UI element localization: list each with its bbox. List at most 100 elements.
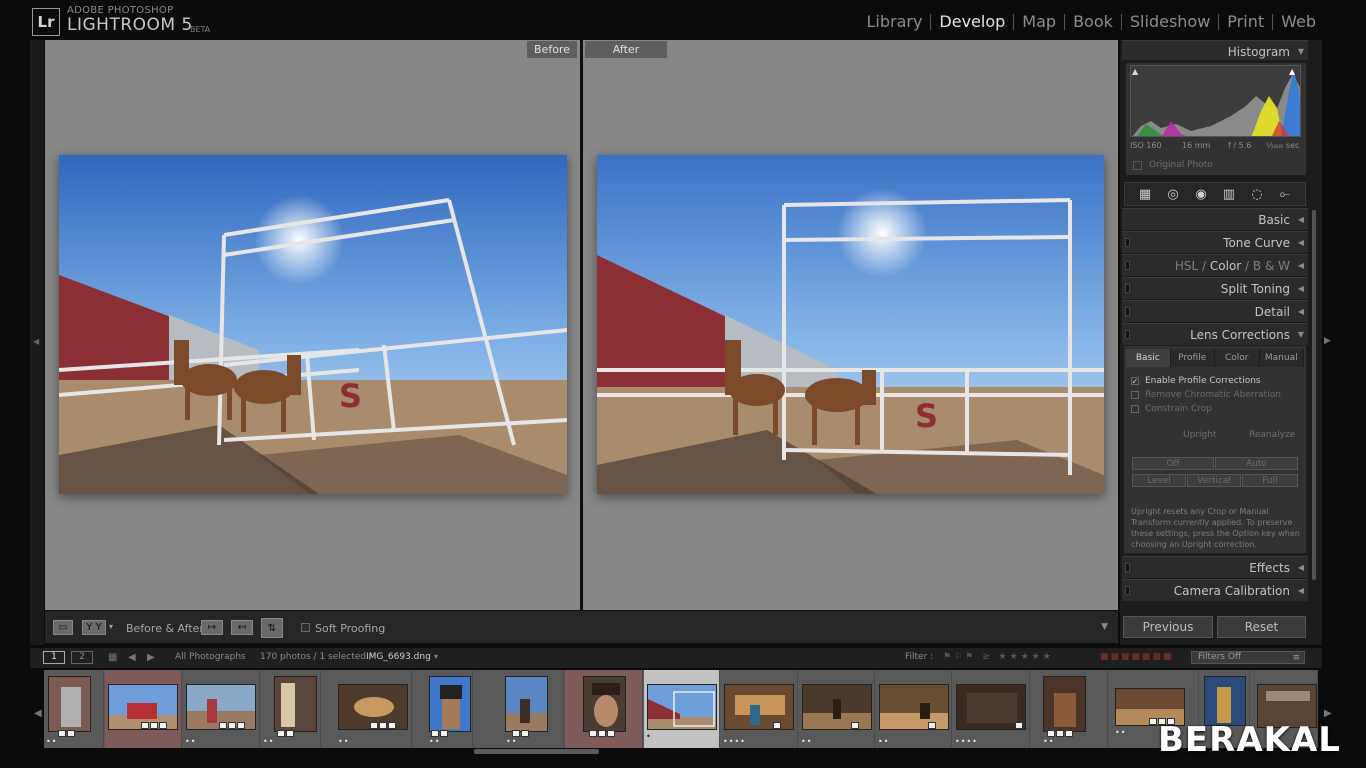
copy-after-to-before-button[interactable]: ↤ [231, 620, 253, 635]
bw-tab[interactable]: B & W [1253, 259, 1290, 273]
filmstrip-cell[interactable]: •• [1031, 670, 1108, 748]
filmstrip-cell[interactable]: •• [413, 670, 473, 748]
basic-panel-header[interactable]: Basic ◀ [1122, 208, 1308, 230]
histogram-graph[interactable] [1130, 65, 1301, 137]
module-library[interactable]: Library [858, 12, 930, 31]
radial-filter-icon[interactable]: ◌ [1248, 187, 1266, 202]
panel-switch-icon[interactable] [1125, 563, 1130, 572]
filmstrip-cell[interactable] [105, 670, 182, 748]
histogram-header[interactable]: Histogram ▼ [1122, 40, 1308, 60]
adjustment-brush-icon[interactable]: ⟜ [1276, 187, 1294, 202]
filmstrip-cell[interactable]: •• [322, 670, 412, 748]
constrain-crop-checkbox[interactable] [1131, 405, 1139, 413]
module-map[interactable]: Map [1014, 12, 1064, 31]
filters-off-dropdown[interactable]: Filters Off ≡ [1191, 651, 1305, 664]
photo-thumbnail[interactable] [274, 676, 317, 732]
enable-profile-row[interactable]: ✓ Enable Profile Corrections [1131, 376, 1261, 386]
back-arrow-icon[interactable]: ◀ [128, 652, 136, 663]
photo-thumbnail[interactable] [879, 684, 949, 730]
lens-tab-color[interactable]: Color [1215, 349, 1260, 367]
original-photo-checkbox[interactable] [1133, 161, 1142, 170]
right-panel-collapse-icon[interactable]: ▶ [1324, 336, 1331, 346]
filename-dropdown-icon[interactable]: ▾ [434, 652, 438, 661]
enable-profile-checkbox[interactable]: ✓ [1131, 377, 1139, 386]
upright-level-button[interactable]: Level [1132, 474, 1186, 487]
filmstrip-cell[interactable]: •• [44, 670, 104, 748]
filmstrip-left-arrow-icon[interactable]: ◀ [34, 708, 42, 719]
upright-off-button[interactable]: Off [1132, 457, 1214, 470]
detail-panel-header[interactable]: Detail ◀ [1122, 300, 1308, 322]
swap-before-after-button[interactable]: ⇅ [261, 618, 283, 638]
module-develop[interactable]: Develop [931, 12, 1013, 31]
lens-tab-profile[interactable]: Profile [1171, 349, 1215, 367]
filmstrip-cell[interactable]: •• [799, 670, 875, 748]
module-slideshow[interactable]: Slideshow [1122, 12, 1218, 31]
photo-thumbnail[interactable] [583, 676, 626, 732]
grid-view-icon[interactable]: ▦ [108, 652, 117, 663]
panel-switch-icon[interactable] [1125, 238, 1130, 247]
flag-filter-icons[interactable]: ⚑⚐⚑ ≥ ★★★★★ [943, 652, 1054, 662]
left-panel-expand-icon[interactable]: ◀ [33, 337, 39, 346]
upright-full-button[interactable]: Full [1242, 474, 1298, 487]
split-toning-panel-header[interactable]: Split Toning ◀ [1122, 277, 1308, 299]
module-book[interactable]: Book [1065, 12, 1121, 31]
red-eye-icon[interactable]: ◉ [1192, 187, 1210, 202]
module-print[interactable]: Print [1219, 12, 1272, 31]
window-1-button[interactable]: 1 [43, 651, 65, 664]
effects-panel-header[interactable]: Effects ◀ [1122, 556, 1308, 578]
lens-tab-manual[interactable]: Manual [1260, 349, 1304, 367]
panel-switch-icon[interactable] [1125, 284, 1130, 293]
reanalyze-button[interactable]: Reanalyze [1249, 430, 1295, 440]
color-tab[interactable]: Color [1210, 259, 1241, 273]
photo-thumbnail[interactable] [48, 676, 91, 732]
photo-thumbnail-selected[interactable] [647, 684, 717, 730]
lens-tab-basic[interactable]: Basic [1126, 349, 1171, 367]
module-web[interactable]: Web [1273, 12, 1324, 31]
filmstrip-cell-selected[interactable]: • [644, 670, 720, 748]
before-after-view-button[interactable]: Y Y [82, 620, 106, 635]
remove-ca-row[interactable]: Remove Chromatic Aberration [1131, 390, 1281, 400]
photo-thumbnail[interactable] [724, 684, 794, 730]
highlight-clipping-icon[interactable]: ▲ [1289, 67, 1295, 76]
selected-filename[interactable]: IMG_6693.dng [366, 652, 431, 662]
lens-corrections-panel-header[interactable]: Lens Corrections ▼ [1122, 323, 1308, 345]
filmstrip-right-arrow-icon[interactable]: ▶ [1324, 708, 1332, 719]
hsl-panel-header[interactable]: HSL / Color / B & W ◀ [1122, 254, 1308, 276]
panel-switch-icon[interactable] [1125, 586, 1130, 595]
forward-arrow-icon[interactable]: ▶ [147, 652, 155, 663]
filmstrip-scrollbar[interactable] [474, 749, 599, 754]
panel-switch-icon[interactable] [1125, 307, 1130, 316]
copy-before-to-after-button[interactable]: ↦ [201, 620, 223, 635]
camera-calibration-panel-header[interactable]: Camera Calibration ◀ [1122, 579, 1308, 601]
shadow-clipping-icon[interactable]: ▲ [1132, 67, 1138, 76]
window-2-button[interactable]: 2 [71, 651, 93, 664]
photo-thumbnail[interactable] [1043, 676, 1086, 732]
view-dropdown-icon[interactable]: ▾ [109, 622, 113, 631]
reset-button[interactable]: Reset [1217, 616, 1306, 638]
filmstrip-cell[interactable]: •••• [953, 670, 1030, 748]
filmstrip-cell[interactable]: •• [876, 670, 952, 748]
previous-button[interactable]: Previous [1123, 616, 1213, 638]
panel-switch-icon[interactable] [1125, 261, 1130, 270]
photo-thumbnail[interactable] [802, 684, 872, 730]
filmstrip-cell[interactable]: •• [261, 670, 321, 748]
filmstrip-cell[interactable]: •• [183, 670, 260, 748]
soft-proofing-checkbox[interactable] [301, 623, 310, 632]
crop-overlay-icon[interactable]: ▦ [1136, 187, 1154, 202]
spot-removal-icon[interactable]: ◎ [1164, 187, 1182, 202]
filmstrip-cell[interactable]: •••• [721, 670, 798, 748]
hsl-tab[interactable]: HSL [1175, 259, 1198, 273]
photo-thumbnail[interactable] [429, 676, 471, 732]
constrain-crop-row[interactable]: Constrain Crop [1131, 404, 1212, 414]
color-label-filters[interactable]: ■■■■■■■ [1100, 652, 1174, 662]
loupe-view-button[interactable]: ▭ [53, 620, 73, 635]
source-label[interactable]: All Photographs [175, 652, 246, 662]
filmstrip-cell[interactable] [565, 670, 643, 748]
tone-curve-panel-header[interactable]: Tone Curve ◀ [1122, 231, 1308, 253]
filmstrip-cell[interactable]: •• [474, 670, 564, 748]
panel-switch-icon[interactable] [1125, 330, 1130, 339]
photo-thumbnail[interactable] [1204, 676, 1246, 726]
upright-vertical-button[interactable]: Vertical [1187, 474, 1241, 487]
upright-auto-button[interactable]: Auto [1215, 457, 1298, 470]
graduated-filter-icon[interactable]: ▥ [1220, 187, 1238, 202]
